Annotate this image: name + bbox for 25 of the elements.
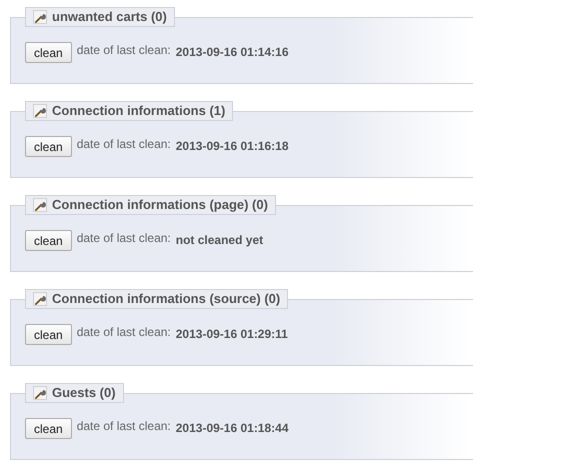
date-label: date of last clean: [76, 230, 171, 247]
clean-button[interactable]: clean [25, 324, 72, 345]
date-label: date of last clean: [76, 418, 171, 435]
section-title: unwanted carts (0) [25, 7, 175, 27]
date-value: 2013-09-16 01:29:11 [176, 326, 288, 343]
clean-button[interactable]: clean [25, 418, 72, 439]
clean-button[interactable]: clean [25, 42, 72, 63]
section-title: Connection informations (source) (0) [25, 289, 288, 309]
wrench-icon [33, 292, 47, 306]
section-title: Connection informations (page) (0) [25, 195, 276, 215]
wrench-icon [33, 104, 47, 118]
wrench-icon [33, 386, 47, 400]
clean-button[interactable]: clean [25, 230, 72, 251]
date-label: date of last clean: [76, 324, 171, 341]
date-value: 2013-09-16 01:18:44 [176, 420, 289, 437]
section-title: Connection informations (1) [25, 101, 234, 121]
date-label: date of last clean: [76, 42, 171, 59]
date-value: 2013-09-16 01:14:16 [176, 44, 289, 61]
date-value: not cleaned yet [176, 232, 264, 249]
wrench-icon [33, 198, 47, 212]
wrench-icon [33, 10, 47, 24]
clean-button[interactable]: clean [25, 136, 72, 157]
date-label: date of last clean: [76, 136, 171, 153]
date-value: 2013-09-16 01:16:18 [176, 138, 289, 155]
section-title: Guests (0) [25, 383, 124, 403]
